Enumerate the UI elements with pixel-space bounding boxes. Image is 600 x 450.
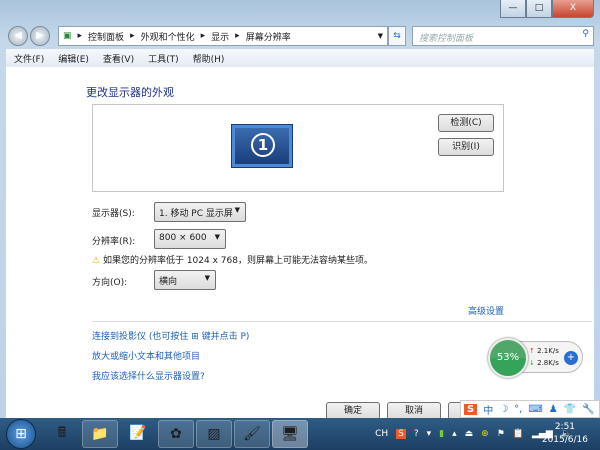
clock-time: 2:51	[554, 422, 576, 432]
calculator-icon[interactable]: 🖩	[44, 420, 80, 448]
window-controls: — □ X	[500, 0, 594, 18]
battery-icon[interactable]: ▮	[439, 429, 444, 439]
ime-options-icon[interactable]: ▾	[427, 429, 432, 439]
menu-help[interactable]: 帮助(H)	[193, 52, 225, 65]
clock-date: 2015/6/16	[541, 435, 588, 445]
back-button[interactable]: ◀	[8, 26, 28, 46]
chevron-down-icon: ▼	[214, 233, 220, 241]
usb-icon[interactable]: ⏏	[465, 429, 474, 439]
projector-link[interactable]: 连接到投影仪 (也可按住 ⊞ 键并点击 P)	[92, 329, 249, 342]
advanced-settings-link[interactable]: 高级设置	[468, 304, 504, 317]
resolution-label: 分辨率(R):	[92, 237, 136, 247]
resolution-value: 800 × 600	[159, 233, 207, 243]
nav-buttons: ◀ ▶	[8, 26, 50, 46]
start-button[interactable]: ⊞	[6, 419, 36, 449]
menu-view[interactable]: 查看(V)	[103, 52, 134, 65]
monitor-number: 1	[251, 133, 275, 157]
ime-mode[interactable]: 中	[483, 402, 493, 417]
breadcrumb-item[interactable]: 屏幕分辨率	[246, 30, 291, 43]
page-title: 更改显示器的外观	[86, 86, 174, 99]
explorer-icon[interactable]: 📁	[82, 420, 118, 448]
user-icon[interactable]: ♟	[549, 404, 558, 415]
forward-button[interactable]: ▶	[30, 26, 50, 46]
photo-app-icon[interactable]: ▨	[196, 420, 232, 448]
pinwheel-app-icon[interactable]: ✿	[158, 420, 194, 448]
breadcrumb-sep: ▸	[235, 31, 240, 41]
breadcrumb-item[interactable]: 控制面板	[88, 30, 124, 43]
wrench-icon[interactable]: 🔧	[582, 404, 594, 415]
warning-text: 如果您的分辨率低于 1024 x 768，则屏幕上可能无法容纳某些项。	[102, 256, 373, 266]
clipboard-icon[interactable]: 📋	[513, 429, 524, 439]
resolution-warning: ⚠ 如果您的分辨率低于 1024 x 768，则屏幕上可能无法容纳某些项。	[92, 253, 373, 266]
clock[interactable]: 2:51 2015/6/16	[542, 421, 588, 447]
arrow-up-icon: ↑	[529, 347, 535, 355]
download-speed: ↓ 2.8K/s	[529, 359, 559, 367]
keyboard-icon[interactable]: ⌨	[528, 404, 542, 415]
display-label: 显示器(S):	[92, 209, 135, 219]
help-icon[interactable]: ?	[414, 429, 419, 439]
display-select[interactable]: 1. 移动 PC 显示屏 ▼	[154, 202, 246, 222]
arrow-down-icon: ↓	[529, 359, 535, 367]
plus-icon[interactable]: +	[564, 351, 578, 365]
address-bar[interactable]: ▣ ▸ 控制面板 ▸ 外观和个性化 ▸ 显示 ▸ 屏幕分辨率 ▼	[58, 26, 388, 46]
menu-file[interactable]: 文件(F)	[14, 52, 44, 65]
security-icon[interactable]: ⊕	[481, 429, 489, 439]
detect-button[interactable]: 检测(C)	[438, 114, 494, 132]
refresh-button[interactable]: ⇆	[388, 26, 406, 46]
chevron-down-icon[interactable]: ▼	[378, 32, 383, 40]
orientation-value: 横向	[159, 277, 178, 287]
breadcrumb-item[interactable]: 显示	[211, 30, 229, 43]
menu-bar: 文件(F) 编辑(E) 查看(V) 工具(T) 帮助(H)	[6, 49, 594, 67]
monitor-1[interactable]: 1	[232, 125, 292, 167]
breadcrumb-sep: ▸	[130, 31, 135, 41]
close-button[interactable]: X	[552, 0, 594, 18]
notepad-icon[interactable]: 📝	[120, 420, 156, 448]
search-icon[interactable]: ⚲	[582, 29, 589, 39]
orientation-select[interactable]: 横向 ▼	[154, 270, 216, 290]
menu-tools[interactable]: 工具(T)	[148, 52, 179, 65]
identify-button[interactable]: 识别(I)	[438, 138, 494, 156]
control-panel-taskbar-icon[interactable]: 🖥	[272, 420, 308, 448]
search-input[interactable]: 搜索控制面板 ⚲	[412, 26, 594, 46]
warning-icon: ⚠	[92, 256, 101, 266]
sogou-logo-icon[interactable]: S	[464, 403, 478, 415]
moon-icon[interactable]: ☽	[499, 404, 508, 415]
sogou-tray-icon[interactable]: S	[396, 429, 406, 439]
flag-icon[interactable]: ⚑	[497, 429, 505, 439]
divider	[92, 321, 592, 322]
maximize-button[interactable]: □	[526, 0, 552, 18]
ime-toolbar: S 中 ☽ °, ⌨ ♟ 👕 🔧	[460, 400, 600, 418]
memory-gauge[interactable]: 53%	[488, 338, 528, 378]
show-hidden-icons[interactable]: ▴	[452, 429, 457, 439]
punctuation-icon[interactable]: °,	[514, 404, 522, 415]
menu-edit[interactable]: 编辑(E)	[58, 52, 89, 65]
search-placeholder: 搜索控制面板	[419, 34, 474, 44]
resolution-select[interactable]: 800 × 600 ▼	[154, 229, 226, 249]
shirt-icon[interactable]: 👕	[564, 404, 576, 415]
breadcrumb-sep: ▸	[77, 31, 83, 41]
breadcrumb-item[interactable]: 外观和个性化	[141, 30, 195, 43]
upload-speed: ↑ 2.1K/s	[529, 347, 559, 355]
chevron-down-icon: ▼	[234, 206, 240, 214]
chevron-down-icon: ▼	[204, 274, 210, 282]
breadcrumb-sep: ▸	[200, 31, 206, 41]
minimize-button[interactable]: —	[500, 0, 526, 18]
paint-app-icon[interactable]: 🖌	[234, 420, 270, 448]
orientation-label: 方向(O):	[92, 278, 128, 288]
display-help-link[interactable]: 我应该选择什么显示器设置?	[92, 369, 205, 382]
display-value: 1. 移动 PC 显示屏	[159, 209, 233, 219]
text-size-link[interactable]: 放大或缩小文本和其他项目	[92, 349, 200, 362]
language-indicator[interactable]: CH	[375, 429, 388, 439]
taskbar: ⊞ 🖩 📁 📝 ✿ ▨ 🖌 🖥 CH S ? ▾ ▮ ▴ ⏏ ⊕ ⚑ 📋 ▂▄▆…	[0, 418, 600, 450]
control-panel-icon: ▣	[63, 31, 72, 41]
